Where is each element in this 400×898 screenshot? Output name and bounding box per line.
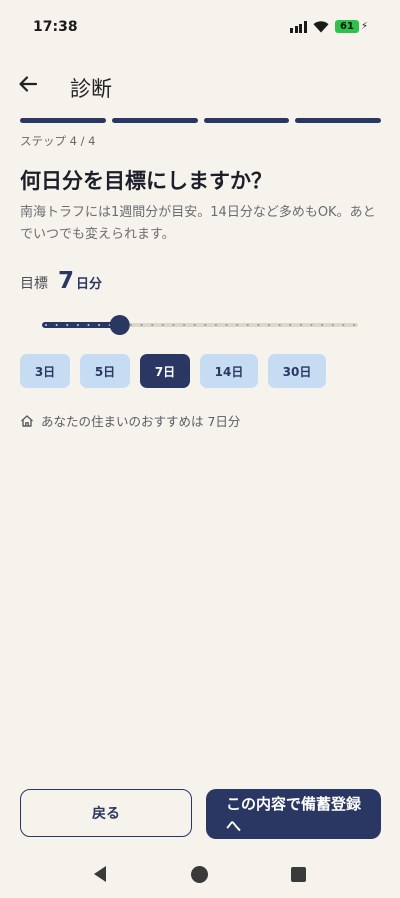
chip-5-days[interactable]: 5日 (80, 354, 130, 388)
slider-tick (214, 324, 217, 326)
slider-thumb[interactable] (109, 315, 130, 335)
recommendation-text: あなたの住まいのおすすめは 7日分 (41, 414, 241, 429)
slider-tick (87, 324, 90, 326)
target-unit: 日分 (76, 277, 103, 292)
progress-segment (20, 118, 106, 123)
slider-tick (299, 324, 302, 326)
chip-30-days[interactable]: 30日 (268, 354, 326, 388)
slider-tick (161, 324, 164, 326)
slider-tick (246, 324, 249, 326)
chip-14-days[interactable]: 14日 (200, 354, 258, 388)
back-step-button[interactable]: 戻る (20, 789, 192, 837)
status-bar: 17:38 61 ⚡ (0, 0, 400, 56)
charging-icon: ⚡ (360, 21, 368, 32)
slider-tick (289, 324, 292, 326)
home-icon (21, 414, 33, 427)
preset-chips: 3日 5日 7日 14日 30日 (20, 354, 326, 388)
system-nav-bar (0, 852, 400, 898)
slider-tick (353, 324, 355, 326)
chip-3-days[interactable]: 3日 (20, 354, 70, 388)
target-display: 目標 7 日分 (20, 268, 102, 294)
slider-tick (193, 324, 196, 326)
progress-segment (203, 118, 290, 123)
slider-tick (225, 324, 228, 326)
days-slider[interactable] (42, 312, 358, 338)
slider-tick (268, 324, 271, 326)
battery-level: 61 (334, 20, 359, 33)
app-bar: 診断 (0, 64, 400, 108)
slider-tick (66, 324, 69, 326)
slider-tick (76, 324, 79, 326)
nav-home-icon[interactable] (191, 866, 208, 883)
status-time: 17:38 (33, 19, 78, 35)
target-value: 7 (58, 268, 75, 294)
nav-recents-icon[interactable] (291, 867, 306, 882)
slider-tick (278, 324, 281, 326)
chip-7-days[interactable]: 7日 (140, 354, 190, 388)
signal-icon (290, 20, 307, 33)
proceed-to-stock-registration-button[interactable]: この内容で備蓄登録へ (206, 789, 381, 839)
slider-tick (310, 324, 313, 326)
wifi-icon (313, 20, 329, 32)
question-description: 南海トラフには1週間分が目安。14日分など多めもOK。あとでいつでも変えられます… (20, 205, 376, 242)
slider-tick (257, 324, 260, 326)
slider-tick (129, 324, 132, 326)
back-button[interactable] (12, 68, 44, 100)
slider-active-track (42, 322, 120, 328)
slider-tick (140, 324, 143, 326)
slider-tick (98, 324, 101, 326)
slider-tick (236, 324, 239, 326)
recommendation: あなたの住まいのおすすめは 7日分 (20, 411, 240, 430)
target-label: 目標 (20, 276, 48, 292)
slider-tick (151, 324, 154, 326)
step-progress (20, 118, 381, 123)
arrow-left-icon (19, 76, 38, 92)
progress-segment (111, 118, 198, 123)
slider-tick (55, 324, 58, 326)
slider-tick (204, 324, 207, 326)
slider-tick (321, 324, 324, 326)
nav-back-icon[interactable] (92, 865, 108, 883)
page-title: 診断 (70, 77, 112, 101)
status-icons: 61 ⚡ (290, 20, 368, 33)
battery-icon: 61 ⚡ (334, 20, 368, 33)
step-label: ステップ 4 / 4 (20, 134, 96, 148)
slider-tick (45, 324, 47, 326)
slider-tick (183, 324, 186, 326)
slider-tick (172, 324, 175, 326)
progress-segment (295, 118, 381, 123)
slider-tick (331, 324, 334, 326)
slider-tick (342, 324, 345, 326)
question-heading: 何日分を目標にしますか？ (20, 169, 272, 193)
